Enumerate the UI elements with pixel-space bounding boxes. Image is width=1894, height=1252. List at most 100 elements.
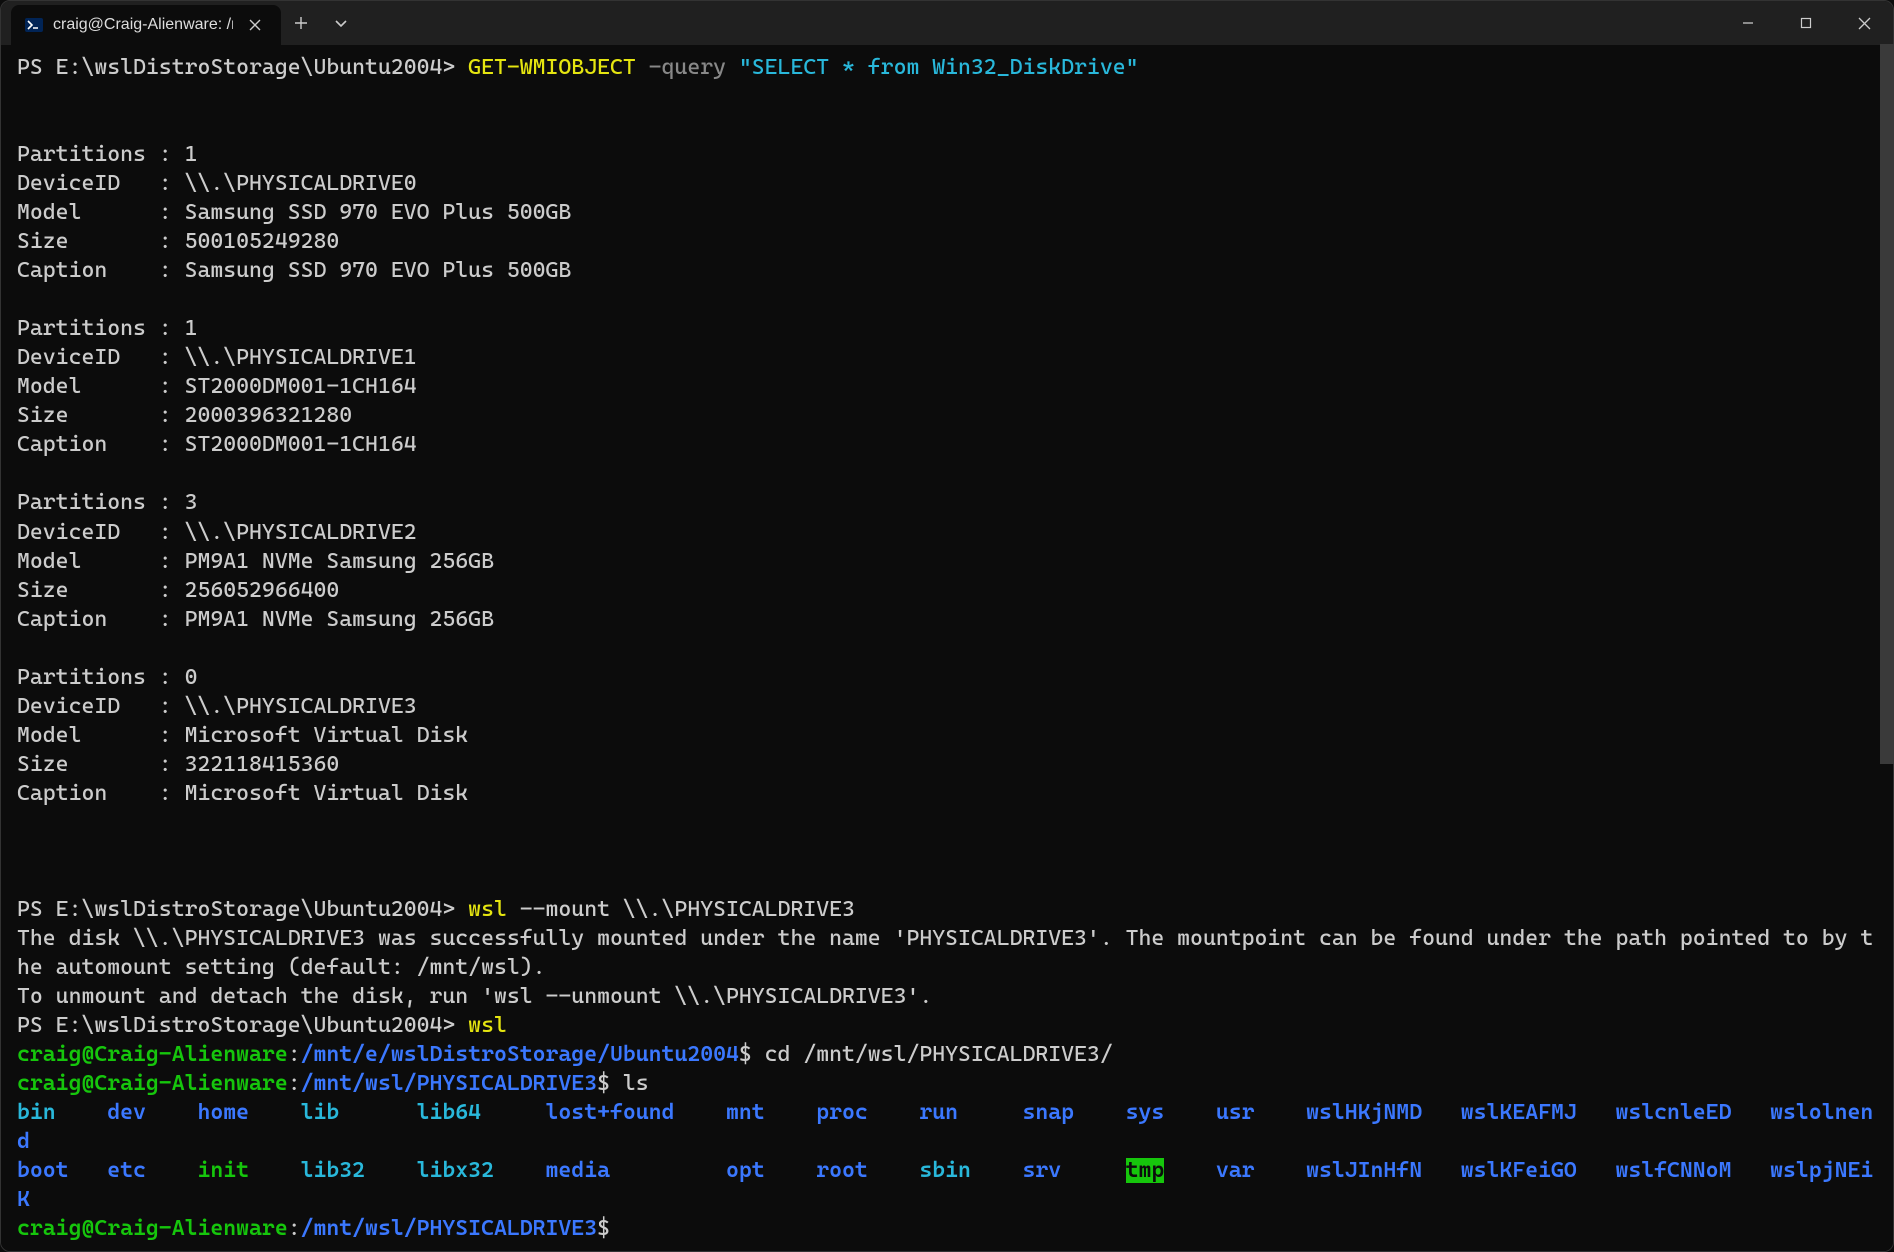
mount-output: The disk \\.\PHYSICALDRIVE3 was successf… bbox=[17, 926, 1873, 980]
tab-title: craig@Craig-Alienware: /mnt/w bbox=[53, 16, 233, 34]
ls-entry: media bbox=[546, 1158, 610, 1183]
terminal-line: craig@Craig-Alienware:/mnt/wsl/PHYSICALD… bbox=[17, 1214, 1877, 1243]
bash-path: /mnt/wsl/PHYSICALDRIVE3 bbox=[301, 1071, 597, 1096]
terminal-line: PS E:\wslDistroStorage\Ubuntu2004> wsl -… bbox=[17, 895, 1877, 924]
ls-entry: bin bbox=[17, 1100, 56, 1125]
drive-caption: Caption : PM9A1 NVMe Samsung 256GB bbox=[17, 607, 494, 632]
terminal-line bbox=[17, 634, 1877, 663]
drive-deviceid: DeviceID : \\.\PHYSICALDRIVE2 bbox=[17, 520, 417, 545]
drive-model: Model : PM9A1 NVMe Samsung 256GB bbox=[17, 549, 494, 574]
drive-size: Size : 256052966400 bbox=[17, 578, 339, 603]
terminal-line: The disk \\.\PHYSICALDRIVE3 was successf… bbox=[17, 924, 1877, 982]
bash-user: craig@Craig-Alienware bbox=[17, 1216, 288, 1241]
cmdlet-name: GET-WMIOBJECT bbox=[468, 55, 636, 80]
bash-user: craig@Craig-Alienware bbox=[17, 1042, 288, 1067]
ls-entry: lost+found bbox=[546, 1100, 675, 1125]
terminal-line: Model : Samsung SSD 970 EVO Plus 500GB bbox=[17, 198, 1877, 227]
terminal-line bbox=[17, 285, 1877, 314]
drive-size: Size : 322118415360 bbox=[17, 752, 339, 777]
terminal-line: Model : ST2000DM001-1CH164 bbox=[17, 372, 1877, 401]
terminal-line: Partitions : 1 bbox=[17, 314, 1877, 343]
ls-entry: home bbox=[197, 1100, 249, 1125]
ps-prompt: PS E:\wslDistroStorage\Ubuntu2004> bbox=[17, 55, 468, 80]
terminal-line: Size : 2000396321280 bbox=[17, 401, 1877, 430]
terminal-line: Caption : ST2000DM001-1CH164 bbox=[17, 430, 1877, 459]
terminal-line bbox=[17, 866, 1877, 895]
ls-entry: dev bbox=[107, 1100, 146, 1125]
cmd-args: --mount \\.\PHYSICALDRIVE3 bbox=[507, 897, 855, 922]
drive-caption: Caption : ST2000DM001-1CH164 bbox=[17, 432, 417, 457]
terminal-line: DeviceID : \\.\PHYSICALDRIVE1 bbox=[17, 343, 1877, 372]
drive-partitions: Partitions : 1 bbox=[17, 316, 197, 341]
terminal-line: PS E:\wslDistroStorage\Ubuntu2004> wsl bbox=[17, 1011, 1877, 1040]
terminal-line: Size : 322118415360 bbox=[17, 750, 1877, 779]
terminal-line: PS E:\wslDistroStorage\Ubuntu2004> GET-W… bbox=[17, 53, 1877, 82]
ls-entry: lib bbox=[301, 1100, 340, 1125]
terminal-line: Partitions : 1 bbox=[17, 140, 1877, 169]
minimize-button[interactable] bbox=[1719, 1, 1777, 45]
ls-entry: snap bbox=[1022, 1100, 1074, 1125]
ls-entry: wslfCNNoM bbox=[1615, 1158, 1731, 1183]
ls-entry: sbin bbox=[919, 1158, 971, 1183]
ls-entry: opt bbox=[726, 1158, 765, 1183]
ls-entry: mnt bbox=[726, 1100, 765, 1125]
drive-size: Size : 500105249280 bbox=[17, 229, 339, 254]
terminal-line: To unmount and detach the disk, run 'wsl… bbox=[17, 982, 1877, 1011]
drive-deviceid: DeviceID : \\.\PHYSICALDRIVE3 bbox=[17, 694, 417, 719]
tab-dropdown-button[interactable] bbox=[321, 1, 361, 45]
window-controls bbox=[1719, 1, 1893, 45]
drive-model: Model : Samsung SSD 970 EVO Plus 500GB bbox=[17, 200, 571, 225]
maximize-button[interactable] bbox=[1777, 1, 1835, 45]
terminal-line: Model : PM9A1 NVMe Samsung 256GB bbox=[17, 547, 1877, 576]
drive-partitions: Partitions : 1 bbox=[17, 142, 197, 167]
new-tab-button[interactable] bbox=[281, 1, 321, 45]
terminal-line: Partitions : 0 bbox=[17, 663, 1877, 692]
mount-output: To unmount and detach the disk, run 'wsl… bbox=[17, 984, 932, 1009]
terminal-line: Size : 500105249280 bbox=[17, 227, 1877, 256]
terminal-line: boot etc init lib32 libx32 media opt roo… bbox=[17, 1156, 1877, 1214]
ls-entry: wslKFeiGO bbox=[1461, 1158, 1577, 1183]
bash-cmd: ls bbox=[623, 1071, 649, 1096]
terminal-line bbox=[17, 808, 1877, 837]
terminal-line: bin dev home lib lib64 lost+found mnt pr… bbox=[17, 1098, 1877, 1156]
bash-path: /mnt/e/wslDistroStorage/Ubuntu2004 bbox=[301, 1042, 739, 1067]
ps-prompt: PS E:\wslDistroStorage\Ubuntu2004> bbox=[17, 897, 468, 922]
close-window-button[interactable] bbox=[1835, 1, 1893, 45]
ls-entry: srv bbox=[1022, 1158, 1061, 1183]
ls-entry: etc bbox=[107, 1158, 146, 1183]
terminal-line bbox=[17, 82, 1877, 111]
bash-cmd: cd /mnt/wsl/PHYSICALDRIVE3/ bbox=[765, 1042, 1113, 1067]
cmd-flag: -query bbox=[649, 55, 726, 80]
ps-prompt: PS E:\wslDistroStorage\Ubuntu2004> bbox=[17, 1013, 468, 1038]
drive-partitions: Partitions : 3 bbox=[17, 490, 197, 515]
ls-entry: sys bbox=[1126, 1100, 1165, 1125]
terminal-line: DeviceID : \\.\PHYSICALDRIVE3 bbox=[17, 692, 1877, 721]
bash-user: craig@Craig-Alienware bbox=[17, 1071, 288, 1096]
titlebar-drag-region[interactable] bbox=[361, 1, 1719, 45]
ls-entry: wslJInHfN bbox=[1306, 1158, 1422, 1183]
terminal-line: DeviceID : \\.\PHYSICALDRIVE0 bbox=[17, 169, 1877, 198]
ls-entry: usr bbox=[1216, 1100, 1255, 1125]
close-tab-button[interactable] bbox=[243, 17, 267, 33]
terminal-pane[interactable]: PS E:\wslDistroStorage\Ubuntu2004> GET-W… bbox=[1, 45, 1893, 1251]
scrollbar-thumb[interactable] bbox=[1880, 44, 1894, 764]
cmd-arg: "SELECT * from Win32_DiskDrive" bbox=[739, 55, 1139, 80]
drive-deviceid: DeviceID : \\.\PHYSICALDRIVE0 bbox=[17, 171, 417, 196]
terminal-line: craig@Craig-Alienware:/mnt/e/wslDistroSt… bbox=[17, 1040, 1877, 1069]
drive-deviceid: DeviceID : \\.\PHYSICALDRIVE1 bbox=[17, 345, 417, 370]
terminal-line: Caption : Samsung SSD 970 EVO Plus 500GB bbox=[17, 256, 1877, 285]
drive-model: Model : Microsoft Virtual Disk bbox=[17, 723, 468, 748]
ls-entry: wslHKjNMD bbox=[1306, 1100, 1422, 1125]
terminal-line bbox=[17, 459, 1877, 488]
ls-entry: root bbox=[816, 1158, 868, 1183]
terminal-line bbox=[17, 837, 1877, 866]
drive-caption: Caption : Samsung SSD 970 EVO Plus 500GB bbox=[17, 258, 571, 283]
scrollbar-track[interactable] bbox=[1880, 44, 1894, 1252]
ls-entry: libx32 bbox=[417, 1158, 494, 1183]
tab-active[interactable]: craig@Craig-Alienware: /mnt/w bbox=[11, 5, 281, 45]
ls-entry: run bbox=[919, 1100, 958, 1125]
cmdlet-name: wsl bbox=[468, 1013, 507, 1038]
ls-entry: tmp bbox=[1126, 1158, 1165, 1183]
cmdlet-name: wsl bbox=[468, 897, 507, 922]
terminal-line: DeviceID : \\.\PHYSICALDRIVE2 bbox=[17, 518, 1877, 547]
